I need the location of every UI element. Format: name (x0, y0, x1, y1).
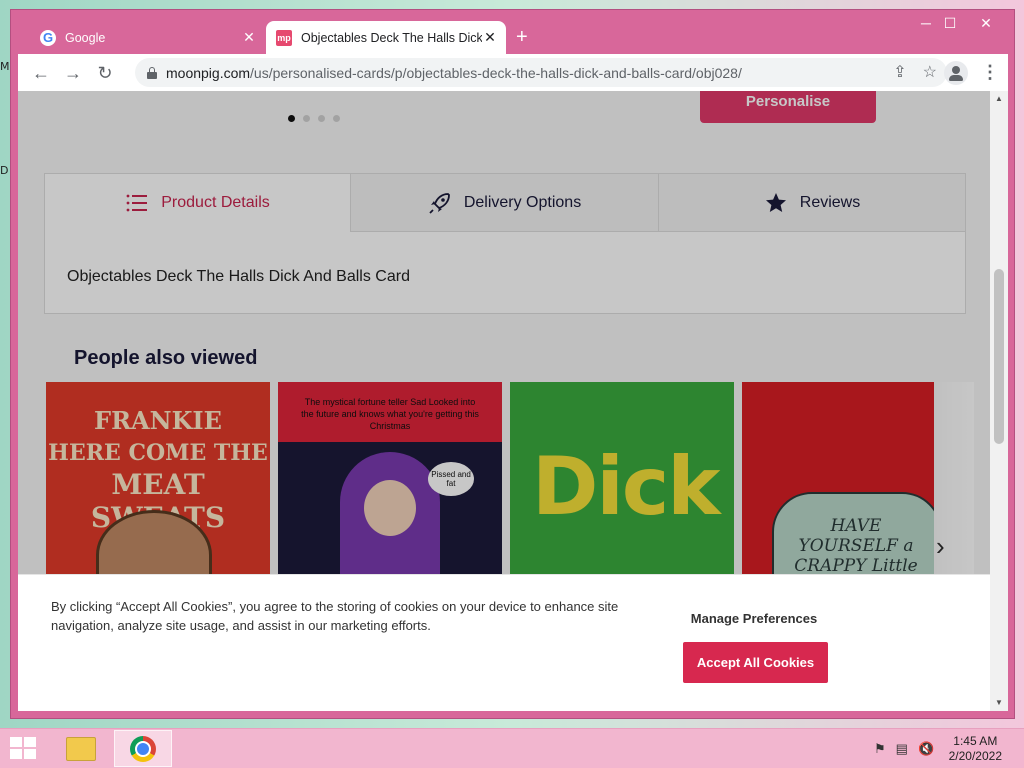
action-center-flag-icon[interactable]: ⚑ (874, 741, 886, 757)
url-text: moonpig.com/us/personalised-cards/p/obje… (166, 64, 742, 81)
accept-all-cookies-button[interactable]: Accept All Cookies (683, 642, 828, 683)
card-text: The mystical fortune teller Sad Looked i… (278, 382, 502, 442)
browser-window: G Google ✕ mp Objectables Deck The Halls… (10, 9, 1015, 719)
profile-avatar-icon[interactable] (944, 61, 968, 85)
product-tabs-panel: Product Details Delivery Options Reviews… (44, 173, 966, 314)
carousel-dot[interactable] (288, 115, 295, 122)
cookie-banner: By clicking “Accept All Cookies”, you ag… (18, 574, 990, 711)
browser-toolbar: ← → ↻ moonpig.com/us/personalised-cards/… (18, 54, 1008, 91)
tab-google[interactable]: G Google ✕ (30, 21, 265, 54)
tab-delivery-options[interactable]: Delivery Options (350, 174, 658, 232)
tab-label: Delivery Options (463, 193, 582, 211)
lock-icon (147, 66, 157, 79)
card-text: HAVE YOURSELF a CRAPPY Little Christmas (794, 516, 918, 582)
tab-reviews[interactable]: Reviews (658, 174, 965, 232)
clock-date: 2/20/2022 (948, 749, 1002, 763)
people-also-viewed-heading: People also viewed (74, 347, 258, 369)
tab-strip: G Google ✕ mp Objectables Deck The Halls… (11, 10, 1014, 54)
scroll-down-icon[interactable]: ▼ (990, 695, 1008, 711)
close-window-button[interactable]: ✕ (971, 12, 1001, 34)
back-arrow-icon[interactable]: ← (30, 62, 52, 84)
page-viewport: Personalise Product Details Delivery Opt… (18, 91, 990, 711)
card-text: FRANKIE (94, 406, 222, 435)
carousel-dot[interactable] (303, 115, 310, 122)
carousel-dot[interactable] (318, 115, 325, 122)
rocket-icon (429, 192, 450, 214)
carousel-dots (288, 115, 340, 122)
scrollbar-thumb[interactable] (994, 269, 1004, 444)
carousel-dot[interactable] (333, 115, 340, 122)
product-card[interactable]: The mystical fortune teller Sad Looked i… (278, 382, 502, 582)
address-bar[interactable]: moonpig.com/us/personalised-cards/p/obje… (135, 58, 947, 87)
list-icon (126, 194, 148, 212)
manage-preferences-button[interactable]: Manage Preferences (678, 611, 830, 626)
tab-label: Product Details (161, 194, 270, 211)
google-icon: G (40, 29, 56, 46)
cookie-text: By clicking “Accept All Cookies”, you ag… (51, 599, 619, 633)
speech-bubble: Pissed and fat (428, 462, 474, 496)
bookmark-star-icon[interactable]: ☆ (923, 62, 937, 82)
tab-product-details[interactable]: Product Details (45, 174, 350, 232)
maximize-button[interactable]: ☐ (935, 12, 965, 34)
personalise-button[interactable]: Personalise (700, 91, 876, 123)
desktop-glyph-m: M (0, 60, 10, 73)
file-explorer-icon[interactable] (52, 730, 110, 767)
kebab-menu-icon[interactable]: ⋮ (981, 62, 999, 82)
volume-muted-icon[interactable]: 🔇 (918, 741, 934, 757)
taskbar: ⚑ ▤ 🔇 1:45 AM 2/20/2022 (0, 728, 1024, 768)
close-tab-icon[interactable]: ✕ (241, 29, 257, 46)
reload-icon[interactable]: ↻ (94, 62, 116, 84)
tab-moonpig[interactable]: mp Objectables Deck The Halls Dick ✕ (266, 21, 506, 54)
chrome-icon[interactable] (114, 730, 172, 767)
product-card[interactable]: Dick (510, 382, 734, 582)
windows-start-icon[interactable] (10, 737, 38, 761)
tab-title: Google (65, 30, 106, 45)
close-tab-icon[interactable]: ✕ (482, 29, 498, 46)
new-tab-button[interactable]: + (516, 26, 528, 48)
scroll-up-icon[interactable]: ▲ (990, 91, 1008, 107)
share-icon[interactable]: ⇪ (893, 62, 906, 82)
system-tray: ⚑ ▤ 🔇 (874, 741, 934, 757)
moonpig-icon: mp (276, 29, 292, 46)
clock-time: 1:45 AM (953, 734, 998, 748)
tab-title: Objectables Deck The Halls Dick (301, 30, 482, 45)
product-card[interactable]: HAVE YOURSELF a CRAPPY Little Christmas (742, 382, 934, 582)
page-scrollbar[interactable]: ▲ ▼ (990, 91, 1008, 711)
card-text: HERE COME THE (48, 440, 268, 466)
card-illustration (364, 480, 416, 536)
star-icon (765, 192, 786, 212)
network-icon[interactable]: ▤ (896, 741, 908, 757)
product-card[interactable]: FRANKIE HERE COME THE MEAT SWEATS (46, 382, 270, 582)
tab-label: Reviews (799, 193, 861, 211)
forward-arrow-icon[interactable]: → (62, 62, 84, 84)
desktop-glyph-d: D (0, 164, 9, 177)
system-clock[interactable]: 1:45 AM 2/20/2022 (949, 734, 1002, 764)
product-description: Objectables Deck The Halls Dick And Ball… (67, 268, 410, 285)
card-text: Dick (532, 440, 720, 533)
carousel-next-icon[interactable]: › (936, 531, 945, 562)
